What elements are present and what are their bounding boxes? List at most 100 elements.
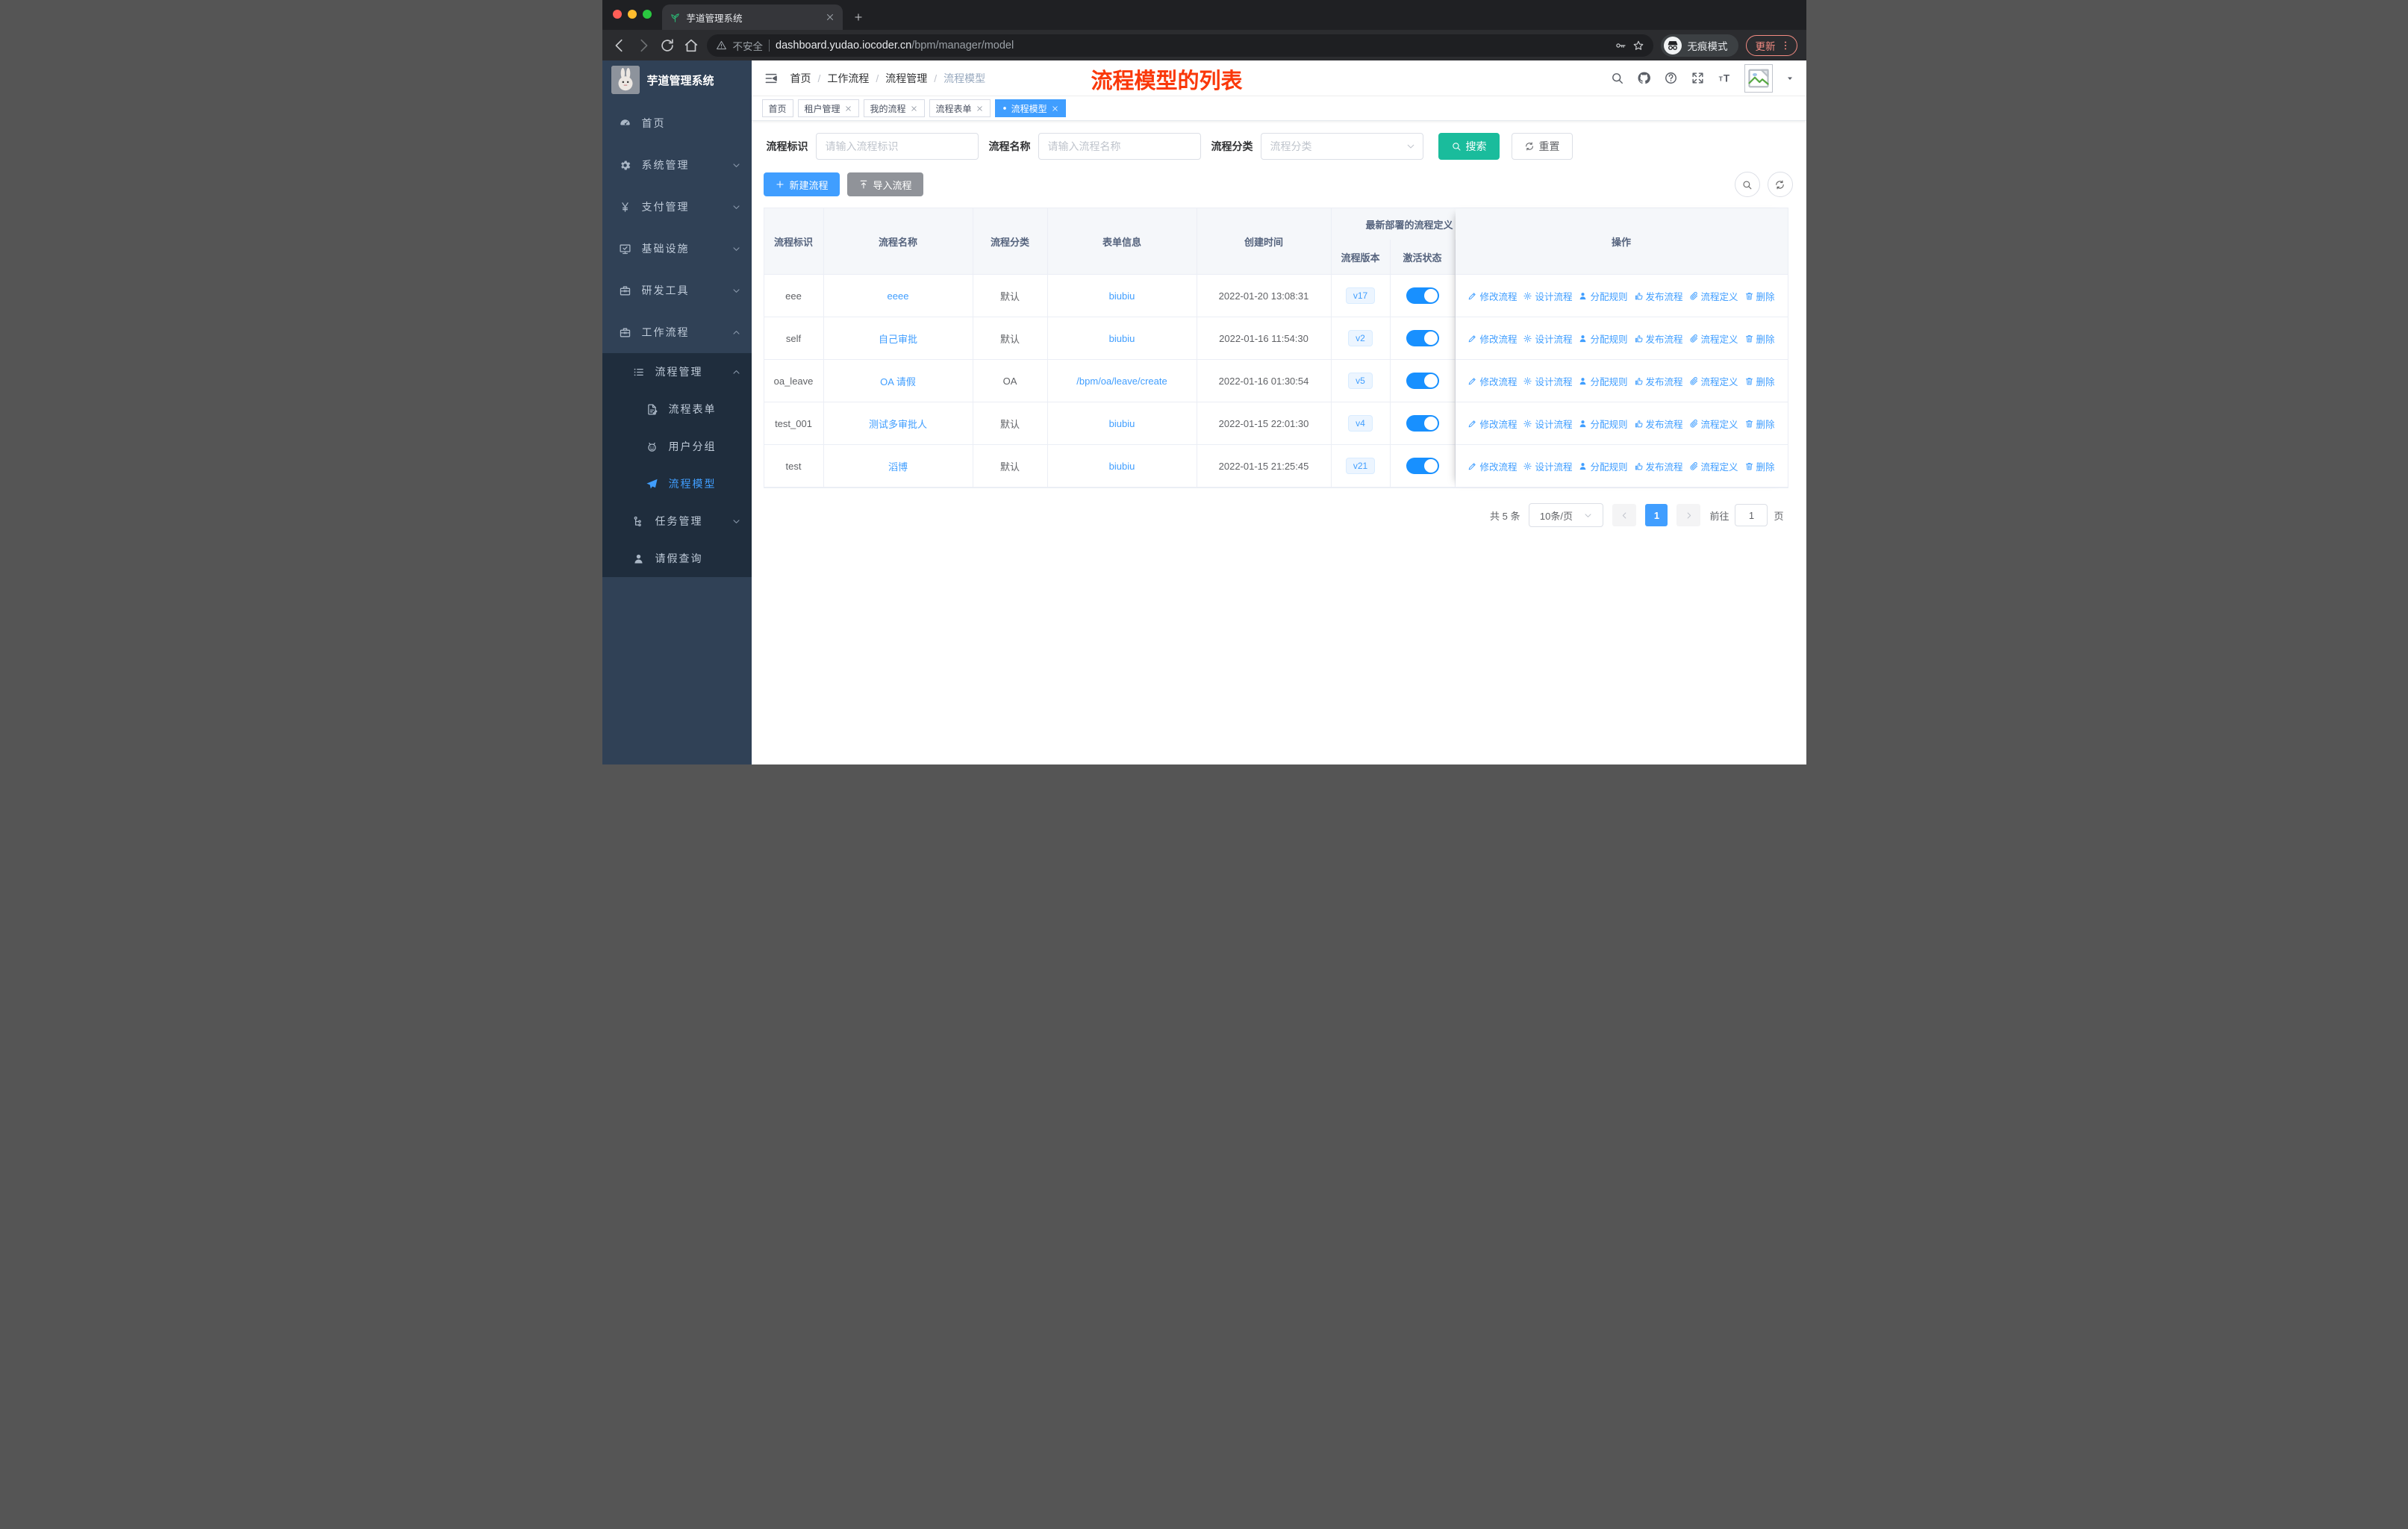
tag-流程模型[interactable]: 流程模型 <box>994 99 1066 117</box>
action-发布流程[interactable]: 发布流程 <box>1634 289 1683 303</box>
user-avatar[interactable] <box>1744 63 1773 93</box>
action-删除[interactable]: 删除 <box>1744 289 1775 303</box>
update-button[interactable]: 更新 <box>1745 34 1797 56</box>
action-分配规则[interactable]: 分配规则 <box>1578 289 1628 303</box>
active-toggle[interactable] <box>1406 415 1439 432</box>
minimize-window-button[interactable] <box>627 10 637 19</box>
action-发布流程[interactable]: 发布流程 <box>1634 374 1683 388</box>
sidebar-item-用户分组[interactable]: 用户分组 <box>602 428 752 465</box>
active-toggle[interactable] <box>1406 373 1439 389</box>
close-icon[interactable] <box>844 105 852 113</box>
password-key-icon[interactable] <box>1615 40 1626 52</box>
action-分配规则[interactable]: 分配规则 <box>1578 374 1628 388</box>
sidebar-item-支付管理[interactable]: 支付管理 <box>602 186 752 228</box>
url-text[interactable]: dashboard.yudao.iocoder.cn/bpm/manager/m… <box>776 40 1609 52</box>
close-icon[interactable] <box>1051 105 1059 113</box>
action-修改流程[interactable]: 修改流程 <box>1467 331 1517 346</box>
page-size-select[interactable]: 10条/页 <box>1529 503 1604 527</box>
goto-page-input[interactable] <box>1735 504 1768 526</box>
action-设计流程[interactable]: 设计流程 <box>1523 374 1572 388</box>
action-分配规则[interactable]: 分配规则 <box>1578 459 1628 473</box>
tag-首页[interactable]: 首页 <box>761 99 793 117</box>
action-修改流程[interactable]: 修改流程 <box>1467 374 1517 388</box>
close-icon[interactable] <box>976 105 984 113</box>
tab-close-icon[interactable] <box>825 12 835 22</box>
sidebar-item-流程管理[interactable]: 流程管理 <box>602 353 752 390</box>
action-发布流程[interactable]: 发布流程 <box>1634 417 1683 431</box>
action-设计流程[interactable]: 设计流程 <box>1523 289 1572 303</box>
prev-page-button[interactable] <box>1612 504 1637 526</box>
form-info-link[interactable]: biubiu <box>1109 333 1135 344</box>
forward-button[interactable] <box>635 37 652 54</box>
bookmark-star-icon[interactable] <box>1632 40 1644 52</box>
security-warning-icon[interactable] <box>716 40 727 51</box>
security-label[interactable]: 不安全 <box>733 38 764 53</box>
sidebar-item-工作流程[interactable]: 工作流程 <box>602 311 752 353</box>
browser-tab[interactable]: 芋道管理系统 <box>661 4 843 30</box>
action-设计流程[interactable]: 设计流程 <box>1523 331 1572 346</box>
font-size-icon[interactable]: TT <box>1718 71 1732 85</box>
page-number-1[interactable]: 1 <box>1645 504 1668 526</box>
action-修改流程[interactable]: 修改流程 <box>1467 289 1517 303</box>
browser-menu-icon[interactable] <box>1780 40 1791 51</box>
process-key-input[interactable] <box>815 133 979 160</box>
action-流程定义[interactable]: 流程定义 <box>1689 289 1738 303</box>
action-修改流程[interactable]: 修改流程 <box>1467 417 1517 431</box>
address-bar[interactable]: 不安全 dashboard.yudao.iocoder.cn/bpm/manag… <box>706 34 1653 57</box>
reload-button[interactable] <box>659 37 676 54</box>
process-name-input[interactable] <box>1038 133 1201 160</box>
process-name-link[interactable]: 自己审批 <box>879 331 917 346</box>
tag-租户管理[interactable]: 租户管理 <box>797 99 859 117</box>
home-button[interactable] <box>683 37 699 54</box>
sidebar-item-系统管理[interactable]: 系统管理 <box>602 144 752 186</box>
process-category-select[interactable] <box>1260 133 1423 160</box>
process-name-link[interactable]: 测试多审批人 <box>869 417 927 431</box>
window-controls[interactable] <box>612 10 652 19</box>
action-删除[interactable]: 删除 <box>1744 459 1775 473</box>
form-info-link[interactable]: biubiu <box>1109 461 1135 472</box>
process-name-link[interactable]: OA 请假 <box>880 374 916 388</box>
sidebar-item-流程表单[interactable]: 流程表单 <box>602 390 752 428</box>
reset-button[interactable]: 重置 <box>1511 133 1573 160</box>
action-设计流程[interactable]: 设计流程 <box>1523 417 1572 431</box>
close-window-button[interactable] <box>612 10 622 19</box>
action-流程定义[interactable]: 流程定义 <box>1689 374 1738 388</box>
breadcrumb-item[interactable]: 首页 <box>790 71 811 86</box>
action-修改流程[interactable]: 修改流程 <box>1467 459 1517 473</box>
import-process-button[interactable]: 导入流程 <box>846 172 923 196</box>
breadcrumb-item[interactable]: 流程管理 <box>885 71 927 86</box>
action-发布流程[interactable]: 发布流程 <box>1634 331 1683 346</box>
process-name-link[interactable]: eeee <box>888 290 909 302</box>
zoom-window-button[interactable] <box>642 10 652 19</box>
tag-我的流程[interactable]: 我的流程 <box>863 99 925 117</box>
tag-流程表单[interactable]: 流程表单 <box>929 99 991 117</box>
action-分配规则[interactable]: 分配规则 <box>1578 331 1628 346</box>
avatar-caret-icon[interactable] <box>1785 74 1794 83</box>
sidebar-item-流程模型[interactable]: 流程模型 <box>602 465 752 502</box>
action-发布流程[interactable]: 发布流程 <box>1634 459 1683 473</box>
create-process-button[interactable]: 新建流程 <box>763 172 840 196</box>
action-分配规则[interactable]: 分配规则 <box>1578 417 1628 431</box>
close-icon[interactable] <box>910 105 918 113</box>
form-info-link[interactable]: /bpm/oa/leave/create <box>1076 376 1167 387</box>
sidebar-item-请假查询[interactable]: 请假查询 <box>602 540 752 577</box>
collapse-sidebar-icon[interactable] <box>764 71 779 86</box>
active-toggle[interactable] <box>1406 458 1439 474</box>
help-icon[interactable] <box>1664 71 1678 85</box>
action-删除[interactable]: 删除 <box>1744 417 1775 431</box>
sidebar-logo[interactable]: 芋道管理系统 <box>602 60 752 99</box>
form-info-link[interactable]: biubiu <box>1109 418 1135 429</box>
sidebar-item-基础设施[interactable]: 基础设施 <box>602 228 752 270</box>
action-流程定义[interactable]: 流程定义 <box>1689 331 1738 346</box>
action-流程定义[interactable]: 流程定义 <box>1689 459 1738 473</box>
show-search-button[interactable] <box>1734 172 1760 197</box>
active-toggle[interactable] <box>1406 330 1439 346</box>
sidebar-item-研发工具[interactable]: 研发工具 <box>602 270 752 311</box>
action-设计流程[interactable]: 设计流程 <box>1523 459 1572 473</box>
active-toggle[interactable] <box>1406 287 1439 304</box>
action-删除[interactable]: 删除 <box>1744 374 1775 388</box>
action-流程定义[interactable]: 流程定义 <box>1689 417 1738 431</box>
fullscreen-icon[interactable] <box>1691 71 1705 85</box>
breadcrumb-item[interactable]: 工作流程 <box>827 71 869 86</box>
github-icon[interactable] <box>1637 71 1651 85</box>
